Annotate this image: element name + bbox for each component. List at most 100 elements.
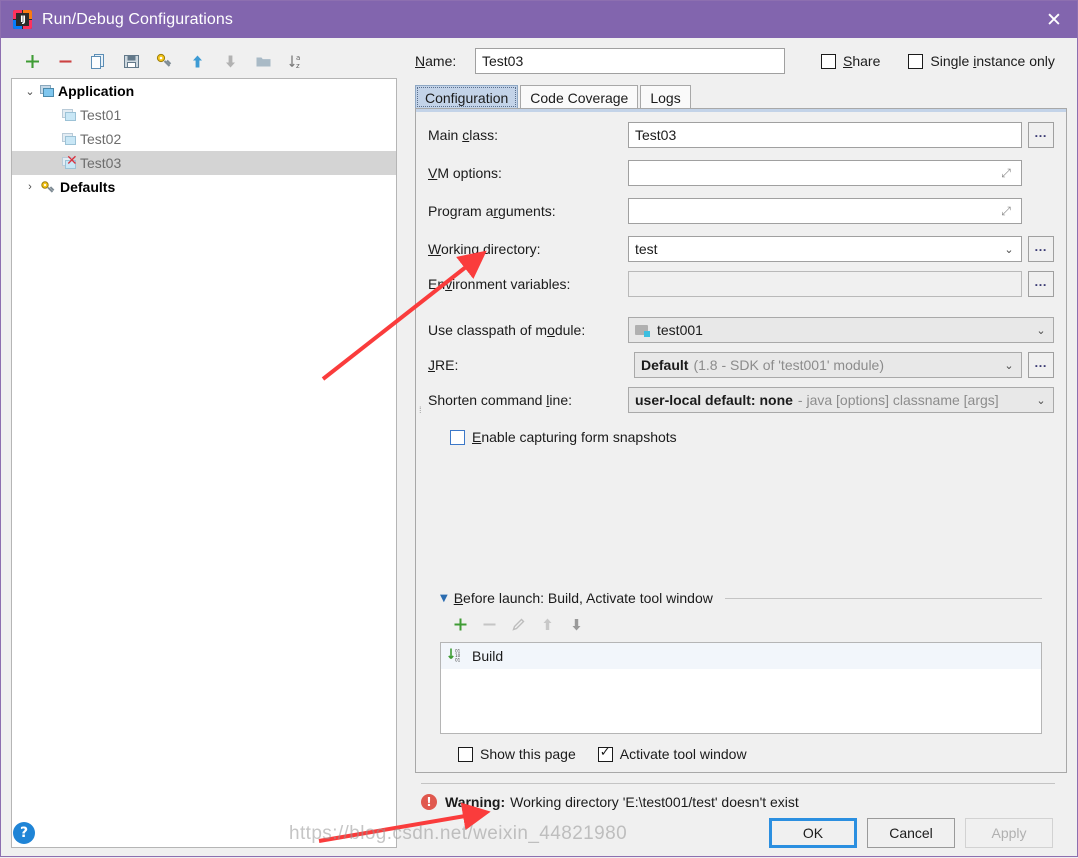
configurations-panel: a z ⌄ Application Test01 Test02 ✕ Test03… [1,38,405,856]
wrench-icon [40,180,57,195]
environment-variables-input[interactable] [628,271,1022,297]
close-icon[interactable]: ✕ [1031,1,1077,38]
move-task-down-button[interactable] [568,616,585,636]
name-input[interactable] [475,48,785,74]
task-label: Build [472,648,504,664]
configuration-tab-panel: ⁞ Main class: Test03 … VM options: ⤢ Pro… [415,108,1067,773]
tab-logs[interactable]: Logs [640,85,691,109]
jre-combobox[interactable]: Default (1.8 - SDK of 'test001' module) … [634,352,1022,378]
tree-node-label: Application [58,83,135,99]
name-label: Name: [415,53,457,69]
ellipsis-icon: … [1034,273,1048,289]
activate-tool-window-label: Activate tool window [619,746,747,762]
tab-label: Code Coverage [530,89,629,106]
vm-options-row: VM options: ⤢ [428,160,1054,186]
show-this-page-checkbox[interactable]: Show this page [458,746,576,762]
chevron-down-icon[interactable]: ⌄ [1029,394,1053,407]
main-class-browse-button[interactable]: … [1028,122,1054,148]
jre-value: Default [641,357,689,373]
remove-configuration-button[interactable] [50,47,80,75]
classpath-module-combobox[interactable]: test001 ⌄ [628,317,1054,343]
jre-browse-button[interactable]: … [1028,352,1054,378]
header-divider [724,597,1042,599]
folder-button[interactable] [248,47,278,75]
before-launch-task-list[interactable]: 01 10 01 Build [440,642,1042,734]
expand-icon[interactable]: ⤢ [997,204,1015,219]
tree-node-test03[interactable]: ✕ Test03 [12,151,396,175]
before-launch-header[interactable]: ▼ Before launch: Build, Activate tool wi… [440,590,1042,606]
move-down-button[interactable] [215,47,245,75]
move-up-button[interactable] [182,47,212,75]
shorten-command-line-row: Shorten command line: user-local default… [428,387,1054,413]
add-task-button[interactable] [452,616,469,636]
triangle-down-icon[interactable]: ▼ [440,593,448,604]
warning-bar: ! Warning: Working directory 'E:\test001… [409,784,1067,810]
edit-task-button[interactable] [510,616,527,636]
application-icon [62,132,77,146]
save-configuration-button[interactable] [116,47,146,75]
activate-tool-window-checkbox[interactable]: Activate tool window [597,745,747,762]
chevron-right-icon[interactable]: › [20,181,40,193]
ok-button[interactable]: OK [769,818,857,848]
svg-text:a: a [296,54,300,62]
before-launch-title: Before launch: Build, Activate tool wind… [453,590,713,606]
working-directory-browse-button[interactable]: … [1028,236,1054,262]
splitter-grip[interactable]: ⁞ [419,406,423,423]
tree-node-test01[interactable]: Test01 [12,103,396,127]
add-configuration-button[interactable] [17,47,47,75]
share-label: Share [843,53,881,69]
before-launch-options: Show this page Activate tool window [440,745,1042,762]
shorten-command-line-combobox[interactable]: user-local default: none - java [options… [628,387,1054,413]
sort-az-button[interactable]: a z [281,47,311,75]
copy-configuration-button[interactable] [83,47,113,75]
program-arguments-input[interactable]: ⤢ [628,198,1022,224]
move-task-up-button[interactable] [539,616,556,636]
vm-options-input[interactable]: ⤢ [628,160,1022,186]
application-icon [40,84,55,98]
ok-label: OK [802,825,824,841]
checkbox-box [450,429,465,445]
tab-bar: Configuration Code Coverage Logs [409,84,1067,109]
before-launch-task-build[interactable]: 01 10 01 Build [441,643,1041,669]
ellipsis-icon: … [1034,124,1048,140]
edit-templates-button[interactable] [149,47,179,75]
environment-variables-browse-button[interactable]: … [1028,271,1054,297]
enable-form-snapshots-checkbox[interactable]: Enable capturing form snapshots [450,429,677,445]
tree-node-defaults[interactable]: › Defaults [12,175,396,199]
share-checkbox[interactable]: Share [821,53,880,69]
tab-code-coverage[interactable]: Code Coverage [520,85,639,109]
chevron-down-icon[interactable]: ⌄ [1029,324,1053,337]
main-class-value: Test03 [635,127,677,143]
checkbox-box [597,745,613,762]
jre-row: JRE: Default (1.8 - SDK of 'test001' mod… [428,352,1054,378]
form-snapshots-row: Enable capturing form snapshots [450,424,1054,450]
configurations-tree[interactable]: ⌄ Application Test01 Test02 ✕ Test03 › D… [11,78,397,848]
help-button[interactable]: ? [13,822,35,844]
tree-node-label: Test01 [80,107,122,123]
tree-node-test02[interactable]: Test02 [12,127,396,151]
tab-configuration[interactable]: Configuration [415,85,519,109]
program-arguments-row: Program arguments: ⤢ [428,198,1054,224]
vm-options-label: VM options: [428,165,502,181]
show-this-page-label: Show this page [480,746,576,762]
remove-task-button[interactable] [481,616,498,636]
environment-variables-label: Environment variables: [428,276,571,292]
shorten-command-line-detail: - java [options] classname [args] [797,392,999,408]
program-arguments-label: Program arguments: [428,203,556,219]
cancel-label: Cancel [889,825,933,841]
cancel-button[interactable]: Cancel [867,818,955,848]
chevron-down-icon[interactable]: ⌄ [997,359,1021,372]
tree-node-application[interactable]: ⌄ Application [12,79,396,103]
run-debug-configurations-dialog: IJ Run/Debug Configurations ✕ a z ⌄ Appl… [0,0,1078,857]
single-instance-only-checkbox[interactable]: Single instance only [908,53,1055,69]
expand-icon[interactable]: ⤢ [997,166,1015,181]
main-class-label: Main class: [428,127,499,143]
chevron-down-icon[interactable]: ⌄ [20,85,40,98]
main-class-input[interactable]: Test03 [628,122,1022,148]
working-directory-input[interactable]: test ⌄ [628,236,1022,262]
apply-button[interactable]: Apply [965,818,1053,848]
shorten-command-line-label: Shorten command line: [428,392,572,408]
chevron-down-icon[interactable]: ⌄ [997,243,1021,256]
ellipsis-icon: … [1034,354,1048,370]
warning-icon: ! [421,794,437,810]
